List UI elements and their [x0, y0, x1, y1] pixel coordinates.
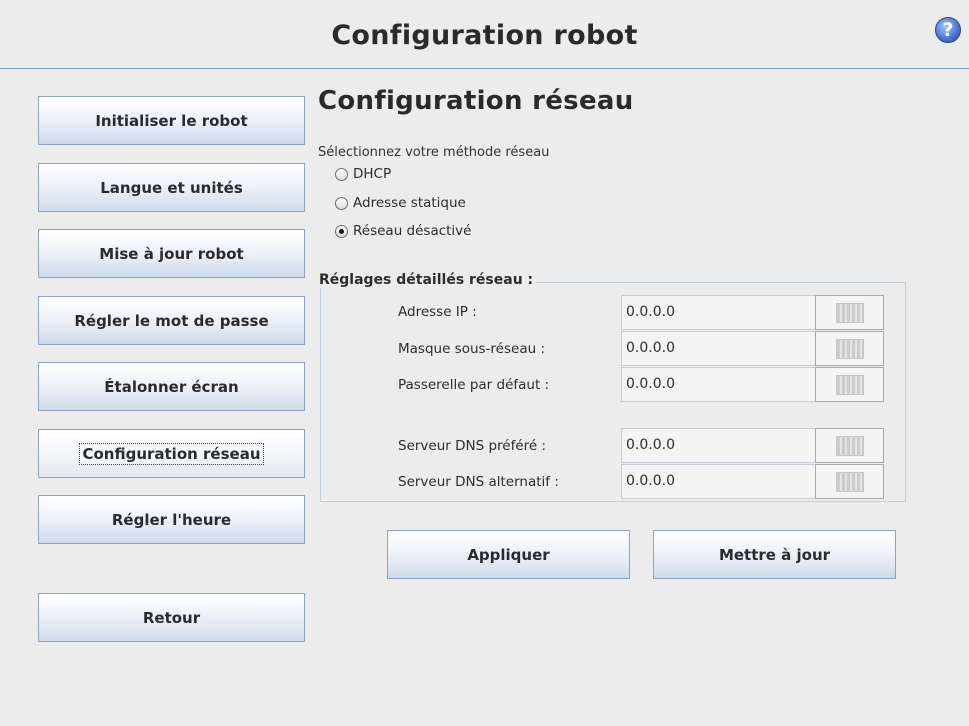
sidebar-item-mot-de-passe[interactable]: Régler le mot de passe [38, 296, 305, 345]
keypad-icon [835, 338, 864, 359]
radio-label: DHCP [353, 166, 392, 182]
section-title: Configuration réseau [318, 86, 634, 116]
ip-address-label: Adresse IP : [398, 304, 477, 320]
sidebar-item-label: Régler le mot de passe [74, 311, 269, 330]
preferred-dns-label: Serveur DNS préféré : [398, 438, 547, 454]
radio-label: Réseau désactivé [353, 223, 472, 239]
sidebar-item-etalonner-ecran[interactable]: Étalonner écran [38, 362, 305, 411]
header-bar: Configuration robot ? [0, 0, 969, 69]
update-button-label: Mettre à jour [718, 545, 831, 564]
radio-label: Adresse statique [353, 195, 466, 211]
radio-dhcp[interactable]: DHCP [335, 165, 391, 183]
keypad-icon [835, 302, 864, 323]
sidebar-item-label: Langue et unités [100, 178, 243, 197]
sidebar-item-mise-a-jour[interactable]: Mise à jour robot [38, 229, 305, 278]
sidebar-item-initialiser-robot[interactable]: Initialiser le robot [38, 96, 305, 145]
back-button-label: Retour [142, 608, 201, 627]
radio-button-checked[interactable] [335, 224, 348, 238]
sidebar-item-label: Mise à jour robot [99, 244, 244, 263]
ip-address-field[interactable]: 0.0.0.0 [621, 295, 816, 330]
radio-network-disabled[interactable]: Réseau désactivé [335, 222, 471, 240]
sidebar-item-configuration-reseau[interactable]: Configuration réseau [38, 429, 305, 478]
radio-button[interactable] [335, 196, 348, 210]
alternate-dns-label: Serveur DNS alternatif : [398, 474, 559, 490]
subnet-mask-label: Masque sous-réseau : [398, 341, 545, 357]
sidebar-item-label: Configuration réseau [79, 442, 264, 465]
gateway-field[interactable]: 0.0.0.0 [621, 367, 816, 402]
alternate-dns-keypad-button[interactable] [815, 464, 884, 499]
method-prompt: Sélectionnez votre méthode réseau [318, 145, 550, 160]
ip-address-keypad-button[interactable] [815, 295, 884, 330]
preferred-dns-field[interactable]: 0.0.0.0 [621, 428, 816, 463]
keypad-icon [835, 374, 864, 395]
page-title: Configuration robot [331, 20, 638, 51]
sidebar-item-regler-heure[interactable]: Régler l'heure [38, 495, 305, 544]
preferred-dns-keypad-button[interactable] [815, 428, 884, 463]
apply-button-label: Appliquer [467, 545, 550, 564]
sidebar-item-langue-unites[interactable]: Langue et unités [38, 163, 305, 212]
alternate-dns-field[interactable]: 0.0.0.0 [621, 464, 816, 499]
radio-button[interactable] [335, 167, 348, 181]
subnet-mask-keypad-button[interactable] [815, 331, 884, 366]
update-button[interactable]: Mettre à jour [653, 530, 896, 579]
sidebar-item-label: Initialiser le robot [95, 111, 248, 130]
help-icon[interactable]: ? [935, 17, 961, 43]
network-details-legend: Réglages détaillés réseau : [316, 272, 537, 288]
sidebar-item-label: Étalonner écran [104, 377, 239, 396]
subnet-mask-field[interactable]: 0.0.0.0 [621, 331, 816, 366]
sidebar-item-label: Régler l'heure [111, 510, 232, 529]
gateway-keypad-button[interactable] [815, 367, 884, 402]
radio-static-address[interactable]: Adresse statique [335, 194, 466, 212]
apply-button[interactable]: Appliquer [387, 530, 630, 579]
gateway-label: Passerelle par défaut : [398, 377, 550, 393]
keypad-icon [835, 471, 864, 492]
back-button[interactable]: Retour [38, 593, 305, 642]
keypad-icon [835, 435, 864, 456]
